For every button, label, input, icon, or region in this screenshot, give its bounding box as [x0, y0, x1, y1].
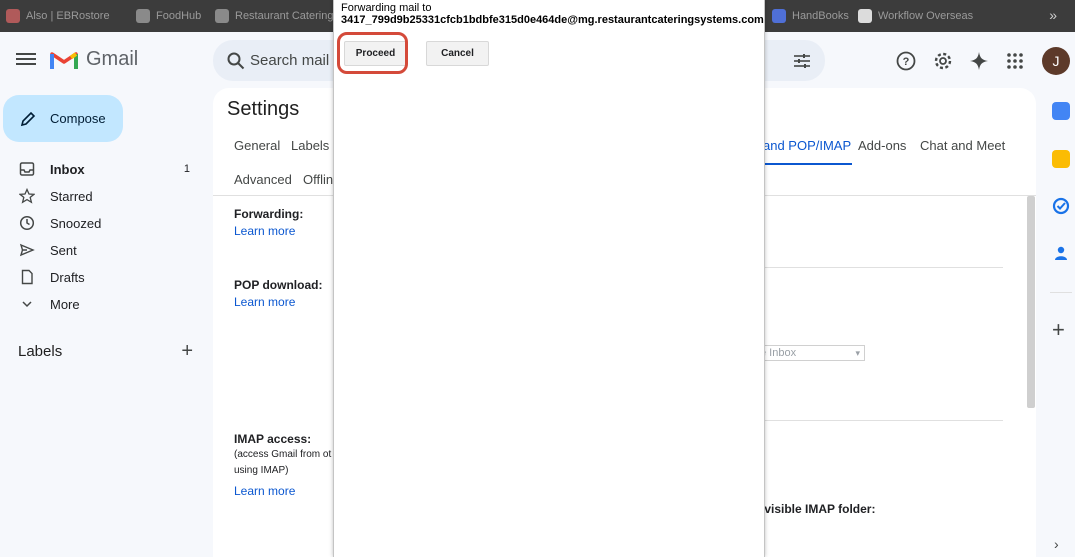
bookmark-favicon-icon: [136, 9, 150, 23]
bookmark-item[interactable]: HandBooks: [772, 8, 849, 24]
forwarding-confirmation-dialog: Forwarding mail to 3417_799d9b25331cfcb1…: [333, 0, 765, 557]
pop-download-title: POP download:: [234, 278, 323, 292]
labels-heading: Labels: [18, 342, 63, 360]
imap-note-line: (access Gmail from ot: [234, 449, 332, 460]
tab-general[interactable]: General: [234, 138, 280, 153]
proceed-highlight-ring: [337, 32, 408, 74]
send-icon: [18, 241, 36, 259]
sidebar-item-label: Sent: [50, 242, 77, 258]
star-icon: [18, 187, 36, 205]
app-name: Gmail: [86, 48, 139, 70]
search-input[interactable]: Search mail: [250, 52, 329, 69]
forwarding-learn-more-link[interactable]: Learn more: [234, 224, 295, 238]
sidebar-item-drafts[interactable]: Drafts: [18, 266, 198, 288]
bookmark-favicon-icon: [6, 9, 20, 23]
chevron-right-icon[interactable]: ›: [1054, 536, 1059, 552]
add-label-plus-icon[interactable]: +: [181, 341, 193, 361]
sidebar-item-label: Drafts: [50, 269, 85, 285]
tab-forwarding-pop-imap[interactable]: and POP/IMAP: [763, 138, 851, 153]
sidebar-item-starred[interactable]: Starred: [18, 185, 198, 207]
imap-access-title: IMAP access:: [234, 432, 312, 446]
contacts-icon[interactable]: [1052, 244, 1070, 262]
cancel-button[interactable]: Cancel: [426, 41, 489, 66]
sidebar-item-inbox[interactable]: Inbox 1: [18, 158, 198, 180]
imap-note-line: using IMAP): [234, 465, 289, 476]
dialog-forwarding-address: 3417_799d9b25331cfcb1bdbfe315d0e464de@mg…: [341, 14, 764, 26]
sidebar-item-label: More: [50, 296, 80, 312]
apps-grid-icon[interactable]: [1004, 50, 1026, 72]
account-avatar[interactable]: J: [1042, 47, 1070, 75]
compose-button[interactable]: Compose: [3, 95, 123, 142]
pop-learn-more-link[interactable]: Learn more: [234, 295, 295, 309]
settings-scrollbar[interactable]: [1027, 196, 1035, 408]
page-title: Settings: [227, 98, 300, 120]
main-menu-icon[interactable]: [16, 50, 36, 70]
get-addons-plus-icon[interactable]: +: [1052, 319, 1065, 341]
tab-chat-and-meet[interactable]: Chat and Meet: [920, 138, 1005, 153]
bookmark-favicon-icon: [215, 9, 229, 23]
bookmark-favicon-icon: [858, 9, 872, 23]
sidebar-item-sent[interactable]: Sent: [18, 239, 198, 261]
chevron-down-icon: ▾: [855, 347, 860, 358]
tab-labels[interactable]: Labels: [291, 138, 329, 153]
gemini-sparkle-icon[interactable]: [968, 50, 990, 72]
imap-learn-more-link[interactable]: Learn more: [234, 484, 295, 498]
pop-action-select-value: e Inbox: [760, 347, 797, 359]
sidebar-item-more[interactable]: More: [18, 293, 198, 315]
clock-icon: [18, 214, 36, 232]
draft-icon: [18, 268, 36, 286]
bookmark-favicon-icon: [772, 9, 786, 23]
sidebar-item-snoozed[interactable]: Snoozed: [18, 212, 198, 234]
search-options-icon[interactable]: [793, 52, 811, 70]
tab-offline[interactable]: Offlin: [303, 172, 333, 187]
section-divider: [755, 267, 1003, 268]
sidebar-item-label: Starred: [50, 188, 93, 204]
pop-action-select[interactable]: e Inbox ▾: [755, 345, 865, 361]
tab-add-ons[interactable]: Add-ons: [858, 138, 906, 153]
forwarding-title: Forwarding:: [234, 207, 304, 221]
settings-gear-icon[interactable]: [932, 50, 954, 72]
bookmark-item[interactable]: FoodHub: [136, 8, 201, 24]
bookmark-item[interactable]: Restaurant Catering...: [215, 8, 343, 24]
bookmark-item[interactable]: Workflow Overseas: [858, 8, 973, 24]
keep-icon[interactable]: [1052, 150, 1070, 168]
gmail-m-icon: [50, 51, 78, 69]
inbox-count: 1: [183, 163, 190, 175]
inbox-icon: [18, 160, 36, 178]
gmail-logo[interactable]: Gmail: [50, 48, 138, 71]
bookmark-item[interactable]: Also | EBRostore: [6, 8, 110, 24]
labels-header: Labels +: [18, 341, 193, 361]
side-divider: [1050, 292, 1072, 293]
imap-folder-label: t visible IMAP folder:: [757, 502, 876, 516]
active-tab-indicator: [752, 163, 852, 165]
svg-text:?: ?: [903, 56, 910, 68]
sidebar-item-label: Inbox: [50, 161, 85, 177]
tab-advanced[interactable]: Advanced: [234, 172, 292, 187]
help-icon[interactable]: ?: [895, 50, 917, 72]
chevron-down-icon: [18, 295, 36, 313]
calendar-icon[interactable]: [1052, 102, 1070, 120]
tasks-icon[interactable]: [1052, 197, 1070, 215]
section-divider: [755, 420, 1003, 421]
dialog-message: Forwarding mail to: [341, 2, 432, 14]
search-icon[interactable]: [227, 52, 245, 70]
compose-label: Compose: [50, 111, 106, 126]
chevron-double-right-icon[interactable]: »: [1049, 7, 1057, 23]
sidebar-item-label: Snoozed: [50, 215, 102, 231]
pencil-icon: [20, 111, 36, 126]
